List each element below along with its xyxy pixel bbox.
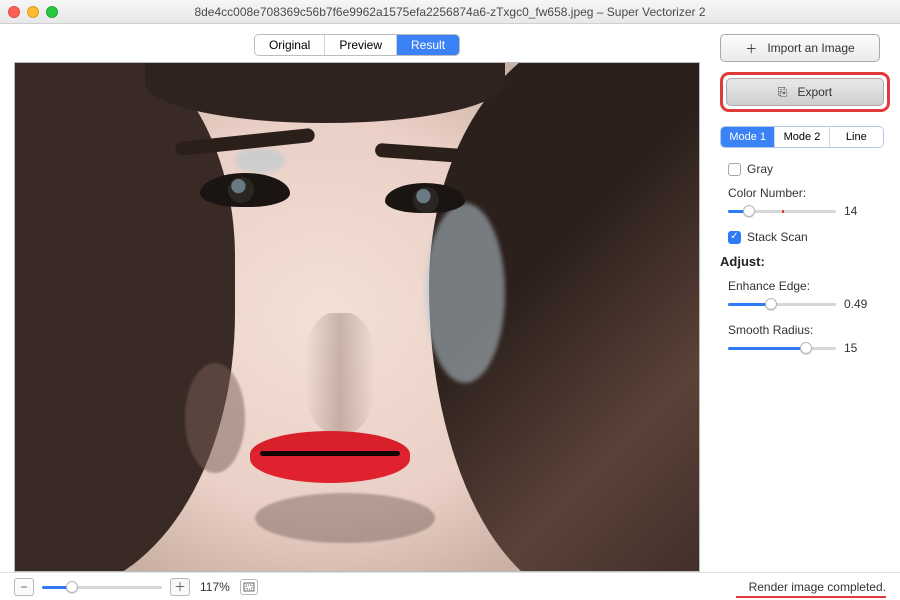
footer: − ＋ 117% Render image completed.: [0, 572, 900, 600]
smooth-radius-value: 15: [844, 341, 874, 355]
tab-result[interactable]: Result: [397, 35, 459, 55]
enhance-edge-value: 0.49: [844, 297, 874, 311]
zoom-value: 117%: [200, 580, 230, 594]
fit-icon: [243, 582, 255, 592]
smooth-radius-label: Smooth Radius:: [728, 323, 886, 337]
zoom-slider[interactable]: [42, 580, 162, 594]
tab-original[interactable]: Original: [255, 35, 325, 55]
zoom-in-button[interactable]: ＋: [170, 578, 190, 596]
export-icon: ⎘: [778, 85, 788, 100]
status-underline: [736, 596, 886, 598]
export-highlight: ⎘ Export: [720, 72, 890, 112]
portrait-cheek-shadow: [185, 363, 245, 473]
preview-canvas[interactable]: [14, 62, 700, 572]
portrait-nose: [305, 313, 375, 433]
portrait-eye-highlight: [235, 148, 285, 173]
plus-icon: ＋: [745, 40, 757, 57]
view-tabs: Original Preview Result: [14, 34, 700, 56]
portrait-lips: [250, 431, 410, 491]
smooth-radius-slider[interactable]: [728, 341, 836, 355]
enhance-edge-label: Enhance Edge:: [728, 279, 886, 293]
enhance-edge-slider[interactable]: [728, 297, 836, 311]
mode-segmented: Mode 1 Mode 2 Line: [720, 126, 884, 148]
portrait-highlight: [425, 203, 505, 383]
export-button[interactable]: ⎘ Export: [726, 78, 884, 106]
mode2-button[interactable]: Mode 2: [775, 127, 829, 147]
export-label: Export: [797, 85, 832, 99]
portrait-eye-left: [200, 173, 290, 207]
window-controls: [8, 6, 58, 18]
stack-scan-label: Stack Scan: [747, 230, 808, 244]
window-title: 8de4cc008e708369c56b7f6e9962a1575efa2256…: [0, 5, 900, 19]
color-number-label: Color Number:: [728, 186, 886, 200]
status-text: Render image completed.: [749, 580, 886, 594]
line-mode-button[interactable]: Line: [830, 127, 883, 147]
sidebar: ＋ Import an Image ⎘ Export Mode 1 Mode 2…: [714, 24, 900, 572]
stack-scan-checkbox[interactable]: [728, 231, 741, 244]
zoom-window-button[interactable]: [46, 6, 58, 18]
mode1-button[interactable]: Mode 1: [721, 127, 775, 147]
portrait-chin-shadow: [255, 493, 435, 543]
gray-checkbox[interactable]: [728, 163, 741, 176]
close-window-button[interactable]: [8, 6, 20, 18]
fit-to-screen-button[interactable]: [240, 579, 258, 595]
color-number-value: 14: [844, 204, 874, 218]
tab-preview[interactable]: Preview: [325, 35, 397, 55]
color-number-slider[interactable]: [728, 204, 836, 218]
main-area: Original Preview Result: [0, 24, 714, 572]
adjust-heading: Adjust:: [720, 254, 886, 269]
import-image-label: Import an Image: [767, 41, 854, 55]
import-image-button[interactable]: ＋ Import an Image: [720, 34, 880, 62]
minimize-window-button[interactable]: [27, 6, 39, 18]
titlebar: 8de4cc008e708369c56b7f6e9962a1575efa2256…: [0, 0, 900, 24]
zoom-out-button[interactable]: −: [14, 578, 34, 596]
gray-label: Gray: [747, 162, 773, 176]
portrait-eye-right: [385, 183, 465, 213]
